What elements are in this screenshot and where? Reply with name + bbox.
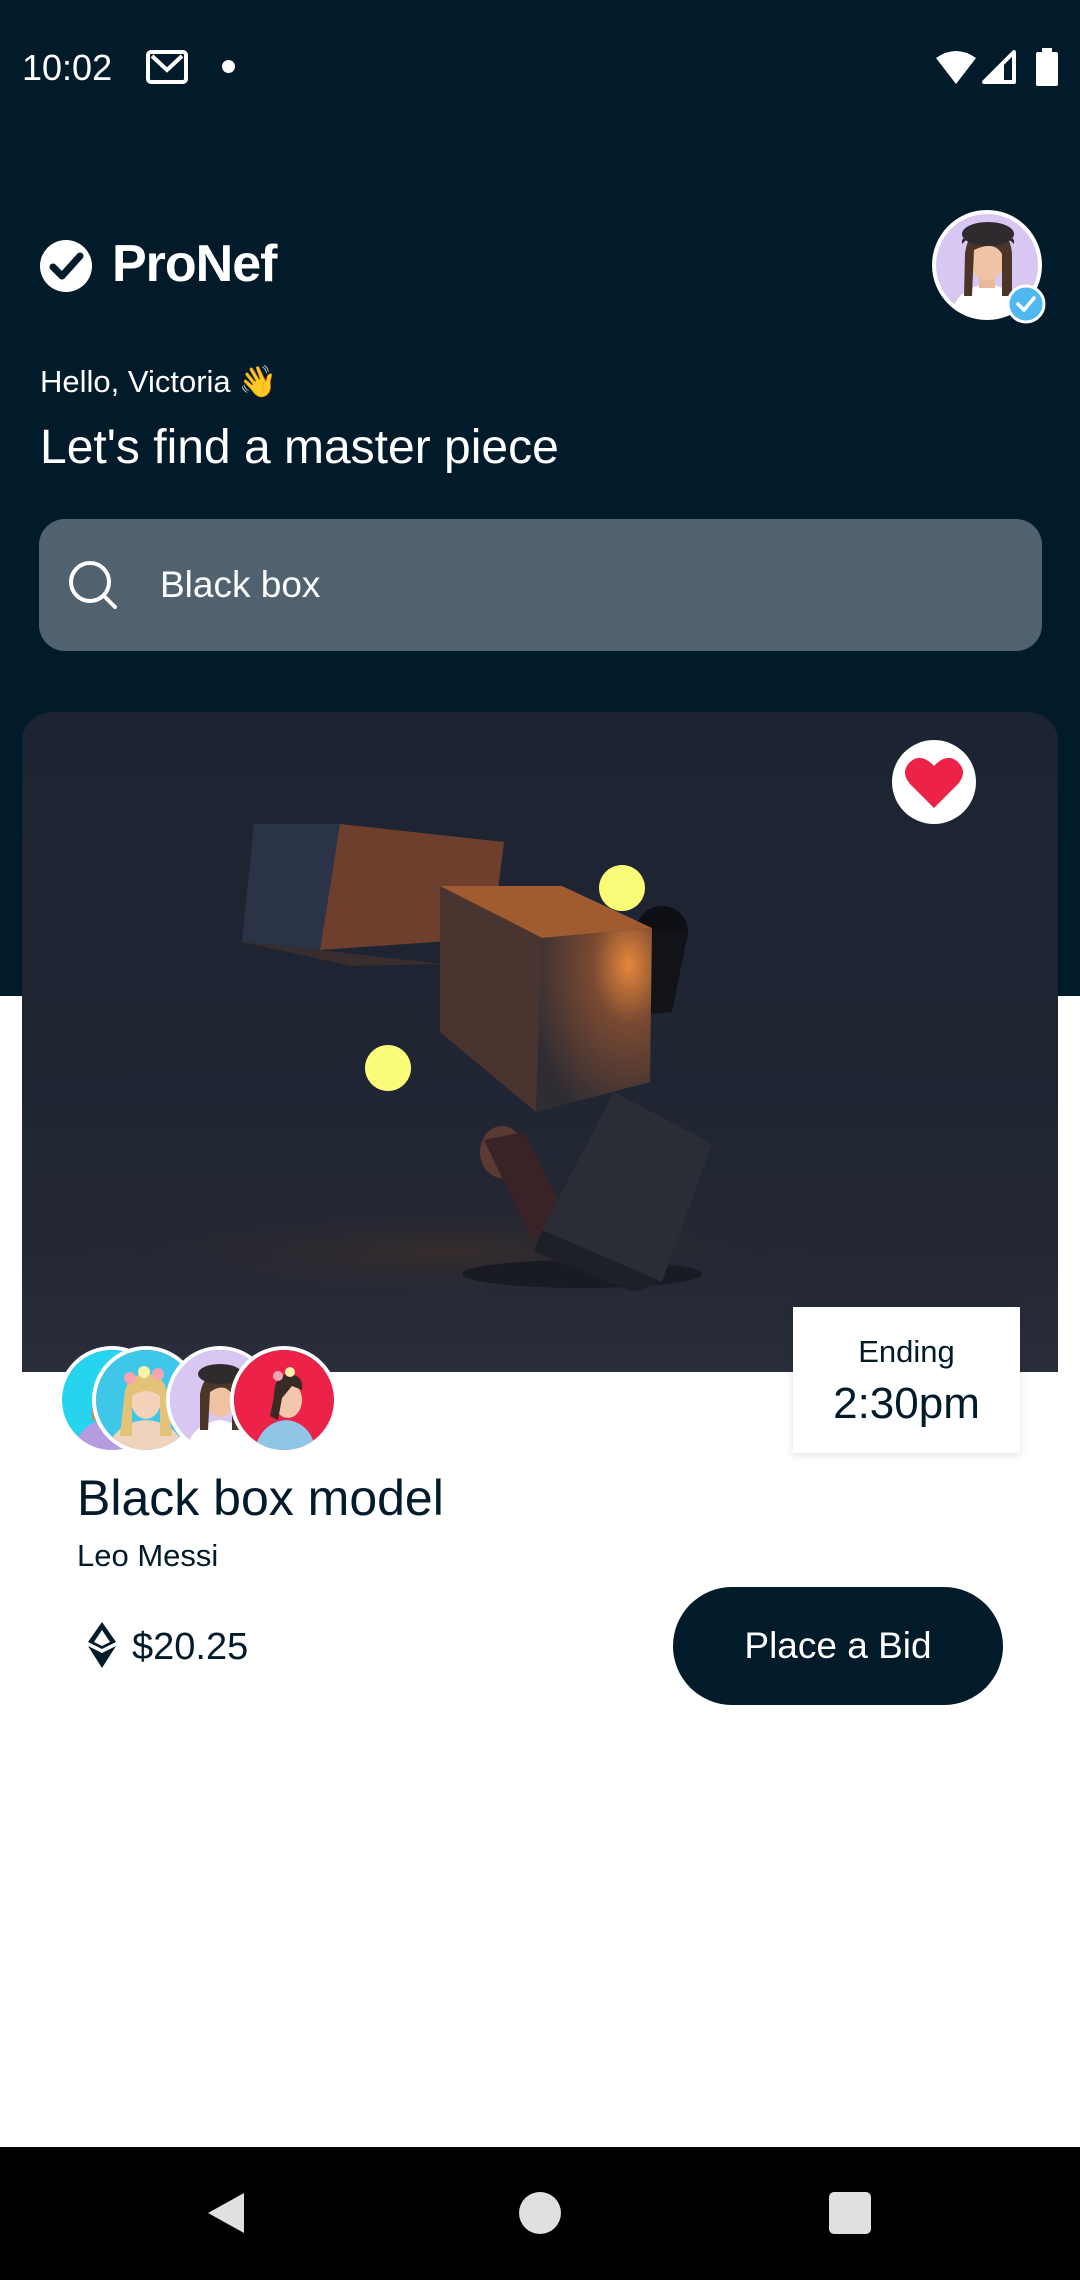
verified-badge-icon bbox=[1006, 284, 1046, 324]
artist-name: Leo Messi bbox=[77, 1538, 219, 1573]
status-time: 10:02 bbox=[22, 47, 113, 88]
brand-name: ProNef bbox=[112, 235, 277, 293]
notification-dot bbox=[222, 60, 235, 73]
back-icon[interactable] bbox=[204, 2189, 248, 2237]
bidder-avatars[interactable] bbox=[58, 1346, 348, 1458]
search-input[interactable]: Black box bbox=[39, 519, 1042, 651]
search-icon bbox=[69, 561, 117, 609]
status-bar: 10:02 bbox=[0, 0, 1080, 134]
favorite-button[interactable] bbox=[892, 740, 976, 824]
ending-label: Ending bbox=[858, 1334, 955, 1369]
auction-ending: Ending 2:30pm bbox=[793, 1307, 1020, 1453]
wifi-icon bbox=[936, 51, 976, 84]
ethereum-icon bbox=[88, 1622, 116, 1668]
home-icon[interactable] bbox=[519, 2192, 561, 2234]
bidder-avatar bbox=[230, 1346, 338, 1454]
recents-icon[interactable] bbox=[829, 2192, 871, 2234]
mail-icon bbox=[146, 50, 188, 84]
search-value: Black box bbox=[160, 564, 321, 605]
headline: Let's find a master piece bbox=[40, 421, 559, 474]
greeting: Hello, Victoria 👋 bbox=[40, 362, 277, 402]
system-nav-bar bbox=[0, 2147, 1080, 2280]
artwork-image[interactable] bbox=[22, 712, 1058, 1372]
greeting-text: Hello, Victoria bbox=[40, 364, 231, 399]
ending-time: 2:30pm bbox=[833, 1379, 980, 1428]
heart-icon bbox=[905, 757, 963, 808]
signal-icon bbox=[982, 50, 1016, 84]
logo-check-icon bbox=[40, 240, 92, 292]
wave-icon: 👋 bbox=[238, 364, 278, 399]
place-bid-button[interactable]: Place a Bid bbox=[673, 1587, 1003, 1705]
price: $20.25 bbox=[132, 1626, 249, 1668]
battery-icon bbox=[1036, 48, 1058, 86]
artwork-title: Black box model bbox=[77, 1470, 444, 1526]
